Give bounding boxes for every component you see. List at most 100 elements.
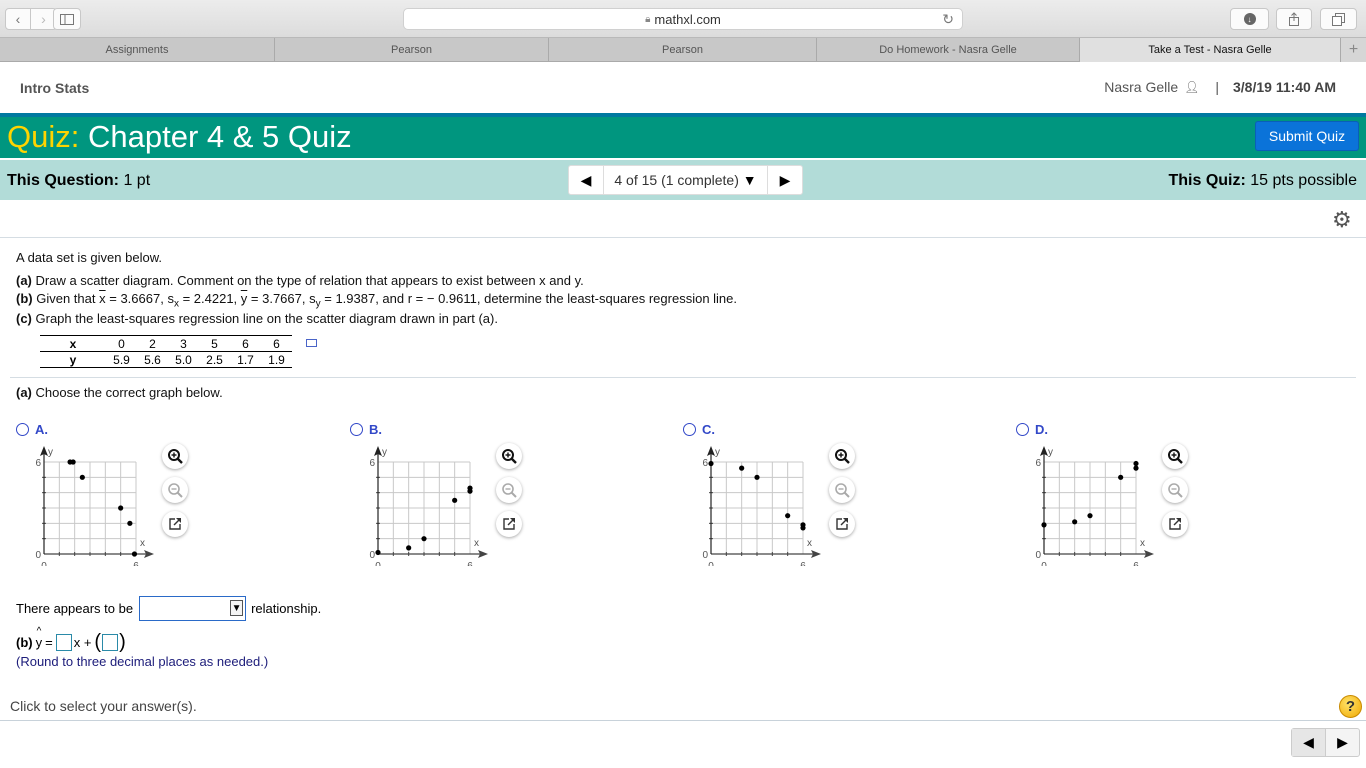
quiz-points: This Quiz: 15 pts possible <box>1168 172 1357 190</box>
radio-button[interactable] <box>1016 423 1029 436</box>
table-cell: 1.7 <box>230 351 261 368</box>
y-tick-label: 6 <box>702 458 708 469</box>
tab-pearson-1[interactable]: Pearson <box>275 38 549 62</box>
chevron-left-icon: ‹ <box>15 11 21 27</box>
zoom-out-button[interactable] <box>1162 477 1188 503</box>
sidebar-toggle-button[interactable] <box>53 8 81 30</box>
zoom-out-button[interactable] <box>829 477 855 503</box>
x-axis-label: x <box>1140 538 1145 549</box>
slope-input[interactable] <box>55 633 72 651</box>
zoom-in-button[interactable] <box>829 443 855 469</box>
data-point <box>785 513 791 519</box>
question-progress: 4 of 15 (1 complete) <box>614 172 739 188</box>
open-graph-window-button[interactable] <box>496 511 522 537</box>
table-cell: 5.9 <box>106 351 137 368</box>
x-axis-label: x <box>807 538 812 549</box>
x-plus-text: x + <box>73 634 92 650</box>
data-point <box>70 459 76 465</box>
question-points-value: 1 pt <box>123 172 151 189</box>
bottom-pager: ◀ ▶ <box>1291 728 1360 757</box>
radio-button[interactable] <box>683 423 696 436</box>
share-icon <box>1289 12 1299 26</box>
divider <box>0 237 1366 238</box>
zoom-in-button[interactable] <box>496 443 522 469</box>
tab-label: Assignments <box>105 44 169 56</box>
rounding-instruction: (Round to three decimal places as needed… <box>16 654 269 669</box>
part-text: Given that <box>36 291 96 306</box>
option-a-radio[interactable]: A. <box>16 422 48 437</box>
download-icon: ↓ <box>1243 13 1256 25</box>
yhat-symbol: y <box>36 626 43 650</box>
open-graph-window-button[interactable] <box>162 511 188 537</box>
relationship-prefix: There appears to be <box>16 601 134 616</box>
previous-question-button[interactable]: ◀ <box>569 166 603 194</box>
tab-take-a-test[interactable]: Take a Test - Nasra Gelle <box>1080 38 1341 62</box>
y-axis-label: y <box>48 447 53 458</box>
y-tick-label: 0 <box>369 550 375 561</box>
question-selector-dropdown[interactable]: 4 of 15 (1 complete) ▼ <box>603 166 768 194</box>
radio-button[interactable] <box>16 423 29 436</box>
close-paren: ) <box>119 631 126 653</box>
option-b-radio[interactable]: B. <box>350 422 382 437</box>
tab-assignments[interactable]: Assignments <box>0 38 275 62</box>
option-c-radio[interactable]: C. <box>683 422 715 437</box>
divider <box>0 720 1366 721</box>
data-point <box>118 505 124 511</box>
previous-question-button[interactable]: ◀ <box>1292 729 1326 756</box>
y-tick-label: 6 <box>369 458 375 469</box>
share-button[interactable] <box>1276 8 1312 30</box>
table-cell: 5 <box>199 335 230 352</box>
submit-quiz-button[interactable]: Submit Quiz <box>1255 121 1359 151</box>
open-graph-window-button[interactable] <box>1162 511 1188 537</box>
open-graph-window-button[interactable] <box>829 511 855 537</box>
gear-icon[interactable]: ⚙︎ <box>1332 207 1352 233</box>
quiz-name: Chapter 4 & 5 Quiz <box>87 119 352 154</box>
sidebar-icon <box>60 13 74 25</box>
quiz-title-bar: Quiz: Chapter 4 & 5 Quiz Submit Quiz <box>0 113 1366 160</box>
data-point <box>800 522 806 528</box>
downloads-button[interactable]: ↓ <box>1230 8 1269 30</box>
choose-graph-prompt: (a) Choose the correct graph below. <box>16 385 223 400</box>
user-name[interactable]: Nasra Gelle <box>1104 79 1178 95</box>
x-tick-label: 6 <box>800 561 806 566</box>
address-bar[interactable]: 🔒︎ mathxl.com ↻ <box>403 8 963 30</box>
next-question-button[interactable]: ▶ <box>768 166 802 194</box>
zoom-in-button[interactable] <box>162 443 188 469</box>
zoom-out-button[interactable] <box>496 477 522 503</box>
part-label: (c) <box>16 311 32 326</box>
table-cell: 6 <box>230 335 261 352</box>
question-part-c: (c) Graph the least-squares regression l… <box>16 311 498 326</box>
radio-button[interactable] <box>350 423 363 436</box>
back-button[interactable]: ‹ <box>5 8 31 30</box>
quiz-points-label: This Quiz: <box>1168 172 1246 189</box>
intercept-input[interactable] <box>102 633 119 651</box>
next-question-button[interactable]: ▶ <box>1326 729 1359 756</box>
table-cell: 5.0 <box>168 351 199 368</box>
external-link-icon <box>1169 518 1181 530</box>
table-cell: 6 <box>261 335 292 352</box>
zoom-out-button[interactable] <box>162 477 188 503</box>
tab-do-homework[interactable]: Do Homework - Nasra Gelle <box>817 38 1080 62</box>
x-tick-label: 6 <box>467 561 473 566</box>
scatter-plot-a: y x 6 00 6 <box>35 446 154 566</box>
y-axis-label: y <box>382 447 387 458</box>
relationship-dropdown[interactable]: ▼ <box>139 596 247 621</box>
copy-data-icon[interactable] <box>306 339 317 347</box>
show-tabs-button[interactable] <box>1320 8 1357 30</box>
option-letter: D. <box>1035 422 1048 437</box>
part-text: Graph the least-squares regression line … <box>35 311 498 326</box>
reload-icon[interactable]: ↻ <box>942 11 954 28</box>
option-c: C.y x 6 00 6 <box>683 422 883 572</box>
data-point <box>1072 519 1078 525</box>
x-tick-label: 0 <box>708 561 714 566</box>
separator: | <box>1215 79 1219 95</box>
question-part-a: (a) Draw a scatter diagram. Comment on t… <box>16 273 584 288</box>
help-button[interactable]: ? <box>1339 695 1362 718</box>
tab-pearson-2[interactable]: Pearson <box>549 38 817 62</box>
triangle-left-icon: ◀ <box>580 171 592 188</box>
zoom-in-button[interactable] <box>1162 443 1188 469</box>
tab-label: Pearson <box>662 44 703 56</box>
relationship-suffix: relationship. <box>251 601 322 616</box>
option-d-radio[interactable]: D. <box>1016 422 1048 437</box>
new-tab-button[interactable]: + <box>1341 38 1366 62</box>
